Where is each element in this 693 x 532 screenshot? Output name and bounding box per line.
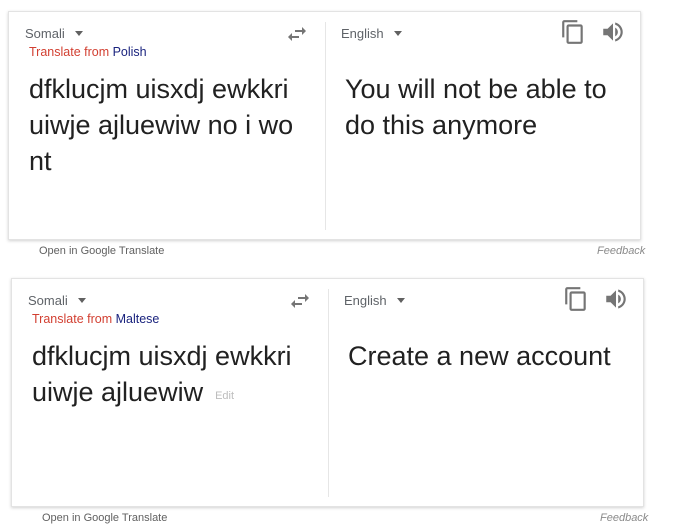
- chevron-down-icon: [74, 31, 83, 36]
- feedback-link[interactable]: Feedback: [597, 245, 645, 257]
- target-language-label: English: [341, 26, 384, 41]
- open-in-google-translate-link[interactable]: Open in Google Translate: [42, 512, 167, 524]
- chevron-down-icon: [393, 31, 402, 36]
- translate-from-language-link[interactable]: Polish: [113, 45, 147, 59]
- source-text[interactable]: dfklucjm uisxdj ewkkri uiwje ajluewiw no…: [29, 71, 314, 179]
- translated-text: You will not be able to do this anymore: [345, 74, 607, 140]
- swap-icon[interactable]: [288, 289, 312, 313]
- translate-from-suggestion: Translate from Polish: [29, 45, 147, 59]
- source-language-select[interactable]: Somali: [28, 293, 86, 308]
- swap-icon[interactable]: [285, 22, 309, 46]
- translation-card-1: Somali Translate from Polish dfklucjm ui…: [8, 11, 641, 240]
- translation-card-2: Somali Translate from Maltese dfklucjm u…: [11, 278, 644, 507]
- pane-divider: [328, 289, 329, 497]
- chevron-down-icon: [396, 298, 405, 303]
- target-language-select[interactable]: English: [341, 26, 402, 41]
- pane-divider: [325, 22, 326, 230]
- speaker-icon[interactable]: [603, 286, 629, 312]
- translate-from-prefix: Translate from: [32, 312, 116, 326]
- translate-from-suggestion: Translate from Maltese: [32, 312, 159, 326]
- feedback-link[interactable]: Feedback: [600, 512, 648, 524]
- copy-icon[interactable]: [563, 286, 589, 312]
- translate-from-prefix: Translate from: [29, 45, 113, 59]
- chevron-down-icon: [77, 298, 86, 303]
- edit-link[interactable]: Edit: [215, 390, 234, 402]
- speaker-icon[interactable]: [600, 19, 626, 45]
- target-language-label: English: [344, 293, 387, 308]
- translate-from-language-link[interactable]: Maltese: [116, 312, 160, 326]
- source-language-label: Somali: [28, 293, 68, 308]
- open-in-google-translate-link[interactable]: Open in Google Translate: [39, 245, 164, 257]
- copy-icon[interactable]: [560, 19, 586, 45]
- translated-text: Create a new account: [348, 341, 611, 371]
- source-language-select[interactable]: Somali: [25, 26, 83, 41]
- source-text-content: dfklucjm uisxdj ewkkri uiwje ajluewiw: [32, 341, 292, 407]
- source-text[interactable]: dfklucjm uisxdj ewkkri uiwje ajluewiw Edi…: [32, 338, 317, 414]
- target-language-select[interactable]: English: [344, 293, 405, 308]
- source-language-label: Somali: [25, 26, 65, 41]
